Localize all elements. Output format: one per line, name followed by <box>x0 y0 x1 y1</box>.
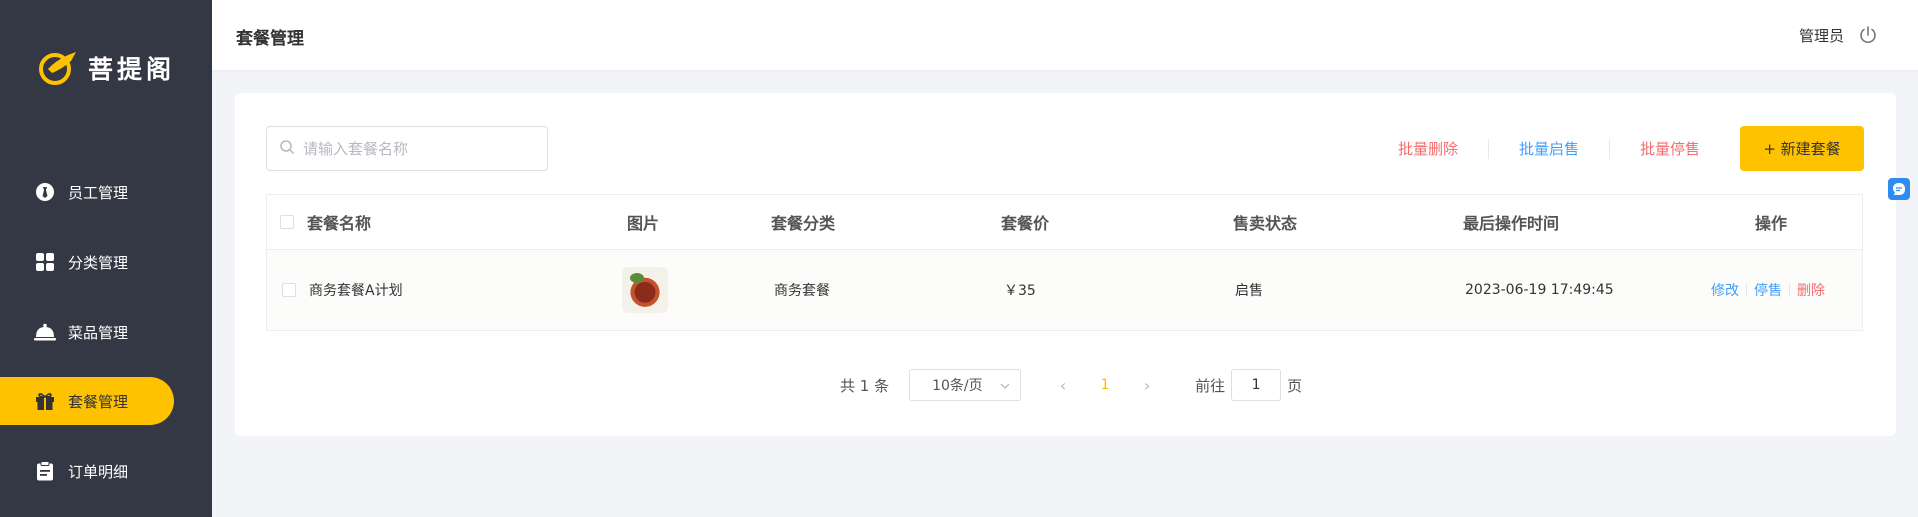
power-icon[interactable] <box>1858 25 1878 45</box>
sidebar-item-label: 菜品管理 <box>68 323 129 342</box>
column-header-name: 套餐名称 <box>307 214 372 233</box>
page-title: 套餐管理 <box>236 29 304 49</box>
logo-text: 菩提阁 <box>88 55 176 84</box>
top-header: 套餐管理 管理员 <box>212 0 1918 70</box>
column-header-price: 套餐价 <box>1001 214 1050 233</box>
user-name[interactable]: 管理员 <box>1799 25 1844 46</box>
divider <box>1746 283 1747 297</box>
sidebar-item-employee[interactable]: 员工管理 <box>0 168 174 216</box>
batch-delete-button[interactable]: 批量删除 <box>1368 138 1488 159</box>
batch-disable-button[interactable]: 批量停售 <box>1610 138 1730 159</box>
goto-suffix: 页 <box>1287 376 1303 395</box>
page-size-select[interactable]: 10条/页 <box>909 369 1022 401</box>
column-header-category: 套餐分类 <box>771 214 836 233</box>
table-row: 商务套餐A计划 商务套餐 ￥35 启售 2023-06-19 17:49:45 … <box>267 250 1862 330</box>
logo-icon <box>38 49 80 87</box>
tie-icon <box>34 181 56 203</box>
grid-icon <box>34 251 56 273</box>
column-header-ops: 操作 <box>1755 214 1788 233</box>
setmeal-name: 商务套餐A计划 <box>309 283 403 299</box>
select-all-checkbox[interactable] <box>280 195 294 249</box>
goto-prefix: 前往 <box>1195 376 1226 395</box>
setmeal-updated: 2023-06-19 17:49:45 <box>1465 282 1614 298</box>
column-header-status: 售卖状态 <box>1233 214 1298 233</box>
sidebar-item-label: 套餐管理 <box>68 392 129 411</box>
search-box[interactable] <box>266 126 548 171</box>
sidebar: 菩提阁 员工管理 分类管理 菜品管理 套餐管理 订单明细 <box>0 0 212 517</box>
table-header: 套餐名称 图片 套餐分类 套餐价 售卖状态 最后操作时间 操作 <box>267 195 1862 250</box>
page-number-current[interactable]: 1 <box>1085 377 1125 393</box>
sidebar-item-category[interactable]: 分类管理 <box>0 238 174 286</box>
setmeal-table: 套餐名称 图片 套餐分类 套餐价 售卖状态 最后操作时间 操作 商务套餐A计划 … <box>266 194 1863 331</box>
batch-enable-button[interactable]: 批量启售 <box>1489 138 1609 159</box>
app-root: 菩提阁 员工管理 分类管理 菜品管理 套餐管理 订单明细 套餐管理 管理员 请输… <box>0 0 1918 517</box>
setmeal-category: 商务套餐 <box>774 283 830 299</box>
edit-link[interactable]: 修改 <box>1711 280 1739 300</box>
logo: 菩提阁 <box>38 48 175 88</box>
sidebar-item-setmeal[interactable]: 套餐管理 <box>0 377 174 425</box>
divider <box>1789 283 1790 297</box>
search-icon <box>279 139 295 159</box>
next-page-icon[interactable]: › <box>1125 376 1169 395</box>
delete-link[interactable]: 删除 <box>1797 280 1825 300</box>
total-count: 共 1 条 <box>840 376 890 395</box>
goto-page-input[interactable] <box>1231 369 1282 401</box>
sidebar-item-label: 订单明细 <box>68 462 129 481</box>
cloche-icon <box>34 321 56 343</box>
main-card: 批量删除 批量启售 批量停售 + 新建套餐 套餐名称 图片 套餐分类 套餐价 售… <box>235 93 1896 436</box>
clipboard-icon <box>34 460 56 482</box>
chevron-down-icon <box>1000 377 1010 393</box>
pagination: 共 1 条 10条/页 ‹ 1 › 前往 页 <box>840 369 1302 401</box>
setmeal-price: ￥35 <box>1004 283 1036 299</box>
column-header-updated: 最后操作时间 <box>1463 214 1560 233</box>
setmeal-thumbnail <box>622 250 668 330</box>
prev-page-icon[interactable]: ‹ <box>1041 376 1085 395</box>
sidebar-item-dish[interactable]: 菜品管理 <box>0 308 174 356</box>
row-actions: 修改 停售 删除 <box>1711 250 1825 330</box>
gift-icon <box>34 390 56 412</box>
sidebar-item-orders[interactable]: 订单明细 <box>0 447 174 495</box>
search-input[interactable] <box>303 139 543 158</box>
column-header-image: 图片 <box>627 214 660 233</box>
floating-assistant-icon[interactable] <box>1888 178 1910 200</box>
sidebar-item-label: 分类管理 <box>68 253 129 272</box>
new-setmeal-button[interactable]: + 新建套餐 <box>1740 126 1864 171</box>
setmeal-status: 启售 <box>1235 283 1263 299</box>
sidebar-item-label: 员工管理 <box>68 183 129 202</box>
toolbar-actions: 批量删除 批量启售 批量停售 + 新建套餐 <box>1368 126 1864 171</box>
page-size-value: 10条/页 <box>932 378 983 394</box>
disable-link[interactable]: 停售 <box>1754 280 1782 300</box>
row-checkbox[interactable] <box>282 250 296 330</box>
